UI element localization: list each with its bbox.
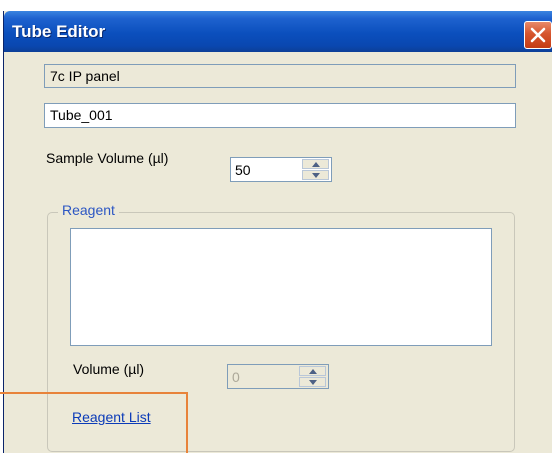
window-title: Tube Editor (12, 22, 106, 41)
close-icon (530, 27, 546, 43)
sample-volume-label: Sample Volume (µl) (46, 150, 169, 166)
reagent-list-link[interactable]: Reagent List (72, 409, 151, 425)
arrow-up-icon (312, 162, 320, 167)
volume-label: Volume (µl) (73, 361, 145, 377)
reagent-volume-up-button (299, 366, 326, 376)
reagent-volume-down-button (299, 377, 326, 387)
callout-line-horizontal (0, 392, 188, 394)
arrow-down-icon (312, 173, 320, 178)
reagent-volume-spinner: 0 (227, 364, 329, 389)
panel-name-field: 7c IP panel (44, 64, 516, 88)
sample-volume-up-button[interactable] (302, 159, 329, 169)
arrow-down-icon (309, 380, 317, 385)
title-bar[interactable]: Tube Editor (4, 11, 552, 52)
sample-volume-down-button[interactable] (302, 170, 329, 180)
reagent-group-title: Reagent (58, 202, 119, 218)
arrow-up-icon (309, 369, 317, 374)
reagent-listbox[interactable] (70, 228, 492, 346)
sample-volume-value: 50 (235, 162, 251, 178)
tube-name-input[interactable]: Tube_001 (44, 103, 516, 128)
sample-volume-spin-buttons (302, 159, 329, 180)
reagent-volume-value: 0 (232, 369, 240, 385)
callout-line-vertical (186, 392, 188, 453)
reagent-volume-spin-buttons (299, 366, 326, 387)
close-button[interactable] (524, 21, 552, 49)
sample-volume-spinner[interactable]: 50 (230, 157, 332, 182)
